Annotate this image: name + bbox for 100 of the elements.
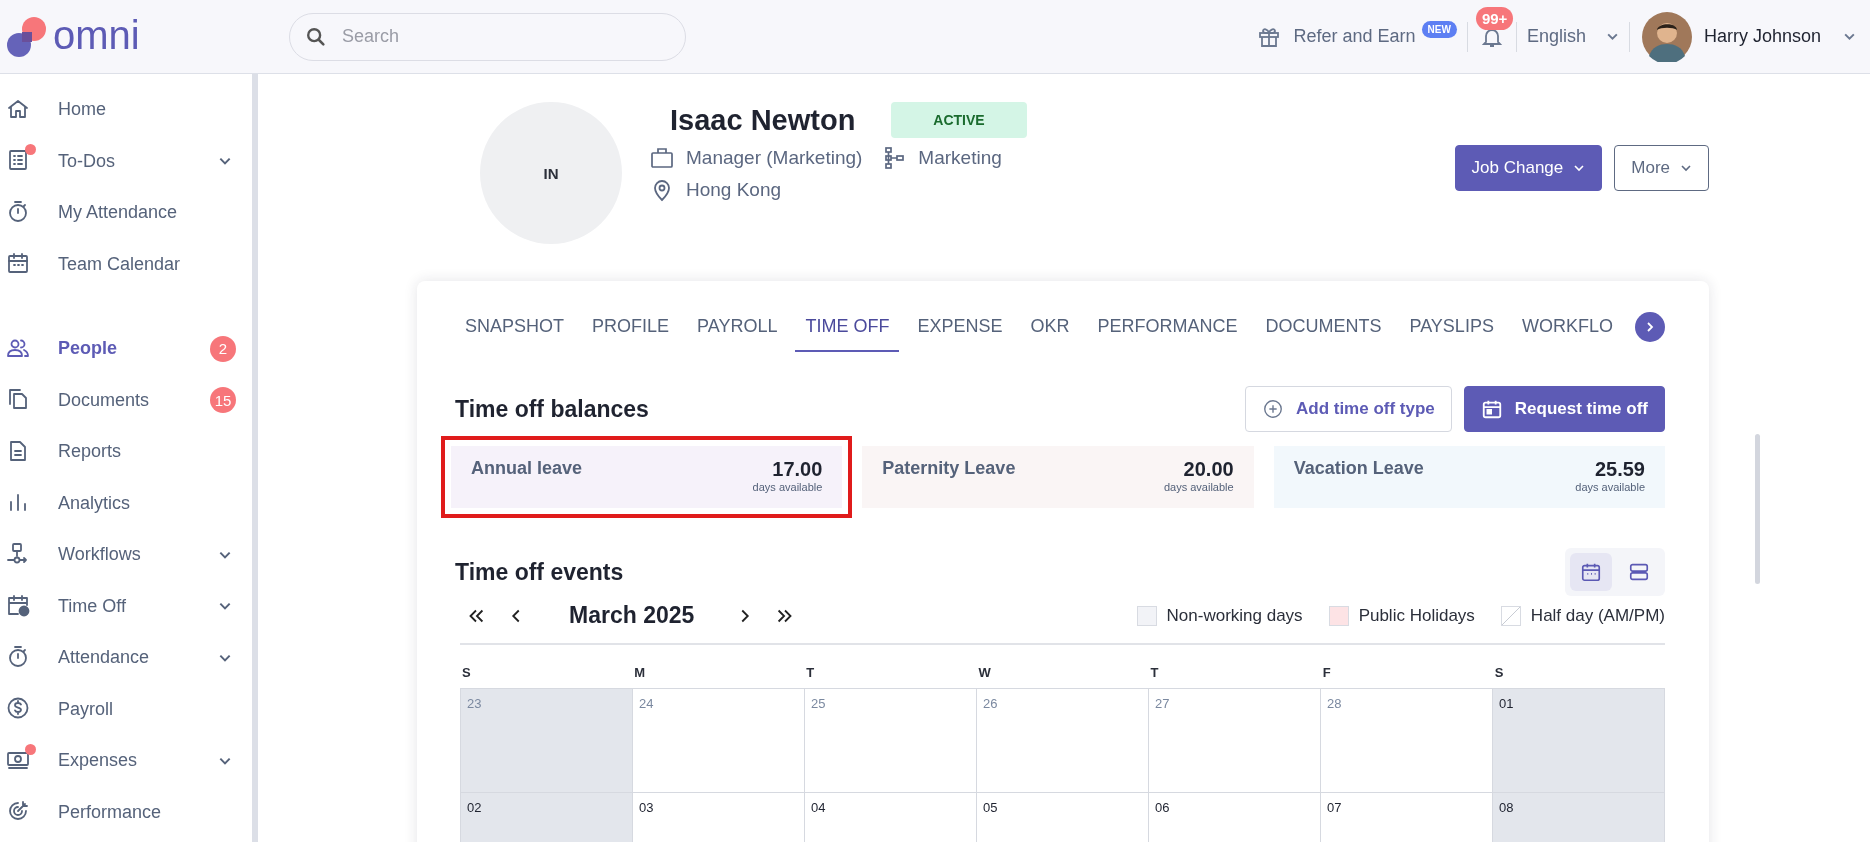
- calendar-icon: [1480, 398, 1503, 420]
- legend-label: Non-working days: [1166, 605, 1303, 626]
- leave-type: Vacation Leave: [1293, 458, 1424, 479]
- day-number: 07: [1327, 800, 1342, 815]
- sidebar-item[interactable]: Analytics: [0, 477, 252, 529]
- tab[interactable]: PERFORMANCE: [1087, 307, 1248, 352]
- balance-value: 17.00: [772, 458, 823, 481]
- balance-value: 25.59: [1594, 458, 1645, 481]
- day-number: 23: [467, 696, 482, 711]
- tab[interactable]: WORKFLO: [1511, 307, 1623, 352]
- sidebar-item[interactable]: My Attendance: [0, 187, 252, 239]
- position-text: Manager (Marketing): [686, 147, 863, 169]
- list-view-icon: [1628, 561, 1650, 583]
- weekday-label: S: [461, 665, 472, 680]
- more-button[interactable]: More: [1614, 145, 1709, 191]
- department-text: Marketing: [918, 147, 1002, 169]
- job-change-button[interactable]: Job Change: [1454, 145, 1603, 191]
- request-time-off-button[interactable]: Request time off: [1463, 386, 1665, 432]
- search-field[interactable]: Search: [289, 12, 686, 61]
- sidebar-item[interactable]: Expenses: [0, 735, 252, 787]
- calendar-day[interactable]: 26: [977, 689, 1149, 793]
- status-badge: ACTIVE: [891, 102, 1027, 138]
- calendar-day[interactable]: 01: [1493, 689, 1665, 793]
- user-menu[interactable]: Harry Johnson: [1703, 26, 1856, 47]
- briefcase-icon: [650, 146, 674, 170]
- balance-value: 20.00: [1183, 458, 1234, 481]
- leave-type: Annual leave: [471, 458, 583, 479]
- notification-count: 99+: [1475, 6, 1514, 30]
- day-number: 02: [467, 800, 482, 815]
- calendar-day[interactable]: 24: [633, 689, 805, 793]
- scroll-right-button[interactable]: [1635, 311, 1665, 342]
- add-time-off-type-button[interactable]: Add time off type: [1244, 386, 1452, 432]
- sidebar-item[interactable]: Reports: [0, 426, 252, 478]
- stopwatch-icon: [6, 644, 30, 669]
- language-dropdown[interactable]: English: [1526, 26, 1619, 47]
- sidebar-item[interactable]: Payroll: [0, 683, 252, 735]
- sidebar-item[interactable]: Team Calendar: [0, 238, 252, 290]
- calendar-view-button[interactable]: [1570, 553, 1612, 591]
- count-badge: 15: [210, 387, 236, 414]
- dollar-icon: [6, 696, 30, 721]
- balance-unit: days available: [752, 481, 823, 493]
- workflow-icon: [6, 541, 30, 566]
- calendar-day[interactable]: 28: [1321, 689, 1493, 793]
- balance-unit: days available: [1163, 481, 1234, 493]
- chevron-down-icon: [1573, 162, 1586, 174]
- day-number: 06: [1155, 800, 1170, 815]
- section-title: Time off balances: [455, 395, 649, 423]
- initials-avatar: IN: [480, 102, 622, 244]
- month-title: March 2025: [569, 602, 695, 629]
- day-number: 26: [983, 696, 998, 711]
- employee-name: Isaac Newton: [670, 103, 856, 137]
- section-title: Time off events: [455, 558, 624, 586]
- sidebar-item[interactable]: To-Dos: [0, 135, 252, 187]
- tab[interactable]: TIME OFF: [795, 307, 900, 352]
- legend-label: Half day (AM/PM): [1530, 605, 1665, 626]
- sidebar-item[interactable]: People 2: [0, 323, 252, 375]
- calendar-day[interactable]: 02: [461, 793, 633, 842]
- calendar-clock-icon: [6, 593, 30, 618]
- tab[interactable]: EXPENSE: [907, 307, 1013, 352]
- sidebar-item[interactable]: Documents 15: [0, 374, 252, 426]
- tab[interactable]: PROFILE: [582, 307, 680, 352]
- day-number: 05: [983, 800, 998, 815]
- weekday-label: F: [1321, 665, 1332, 680]
- tab[interactable]: PAYSLIPS: [1399, 307, 1504, 352]
- tab[interactable]: DOCUMENTS: [1255, 307, 1392, 352]
- chevron-right-icon: [1644, 320, 1656, 333]
- org-chart-icon: [882, 146, 907, 170]
- calendar-day[interactable]: 25: [805, 689, 977, 793]
- search-icon: [305, 25, 327, 48]
- tab[interactable]: OKR: [1020, 307, 1080, 352]
- calendar-icon: [6, 251, 30, 276]
- day-number: 04: [811, 800, 826, 815]
- day-number: 28: [1327, 696, 1342, 711]
- day-number: 25: [811, 696, 826, 711]
- sidebar-item[interactable]: Performance: [0, 786, 252, 838]
- checklist-icon: [6, 148, 30, 173]
- weekday-label: W: [977, 665, 992, 680]
- weekday-label: T: [1149, 665, 1160, 680]
- tab[interactable]: SNAPSHOT: [455, 307, 575, 352]
- calendar-day[interactable]: 08: [1493, 793, 1665, 842]
- stopwatch-icon: [6, 199, 30, 224]
- sidebar-item[interactable]: Home: [0, 84, 252, 136]
- sidebar-item[interactable]: Workflows: [0, 529, 252, 581]
- sidebar-item[interactable]: Attendance: [0, 632, 252, 684]
- day-number: 01: [1499, 696, 1514, 711]
- day-number: 08: [1499, 800, 1514, 815]
- documents-icon: [6, 387, 30, 412]
- weekday-label: T: [805, 665, 816, 680]
- day-number: 24: [639, 696, 654, 711]
- location-text: Hong Kong: [686, 179, 782, 201]
- leave-type: Paternity Leave: [882, 458, 1016, 479]
- refer-link[interactable]: Refer and Earn: [1293, 26, 1416, 47]
- calendar-day[interactable]: 27: [1149, 689, 1321, 793]
- user-avatar[interactable]: [1641, 11, 1692, 62]
- logo-text: omni: [53, 14, 140, 59]
- plus-circle-icon: [1261, 398, 1284, 420]
- sidebar-item[interactable]: Time Off: [0, 580, 252, 632]
- calendar-icon: [1580, 561, 1602, 583]
- day-number: 03: [639, 800, 654, 815]
- tab[interactable]: PAYROLL: [687, 307, 788, 352]
